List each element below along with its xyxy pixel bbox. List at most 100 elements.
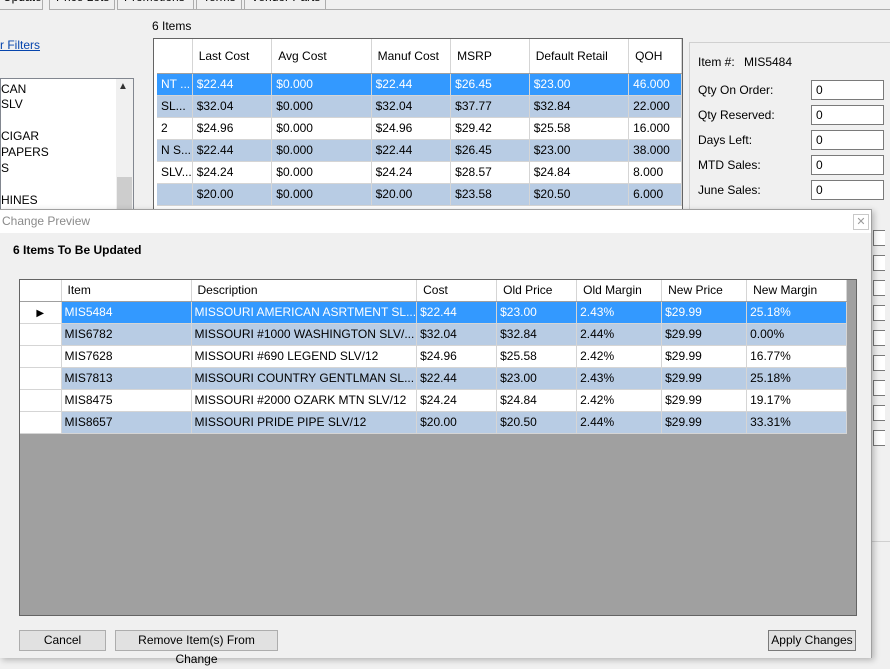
table-cell[interactable]: $0.000 <box>271 161 372 184</box>
table-cell[interactable]: $24.24 <box>192 161 273 184</box>
table-cell[interactable]: 16.000 <box>628 117 682 140</box>
table-cell[interactable]: $0.000 <box>271 183 372 206</box>
table-cell[interactable]: $28.57 <box>450 161 530 184</box>
column-header-item[interactable]: Item <box>61 280 192 302</box>
column-header-old-price[interactable]: Old Price <box>496 280 578 302</box>
row-header[interactable] <box>20 411 62 434</box>
table-cell[interactable]: 6.000 <box>628 183 682 206</box>
column-header-msrp[interactable]: MSRP <box>450 39 530 74</box>
table-cell[interactable]: 19.17% <box>746 389 848 412</box>
table-cell[interactable]: $29.99 <box>661 367 748 390</box>
table-cell[interactable]: $24.96 <box>192 117 273 140</box>
row-header[interactable] <box>20 323 62 346</box>
table-cell[interactable]: 2.44% <box>576 411 663 434</box>
table-cell[interactable]: $24.24 <box>416 389 498 412</box>
column-header-last-cost[interactable]: Last Cost <box>192 39 273 74</box>
table-cell[interactable]: $23.58 <box>450 183 530 206</box>
column-header-old-margin[interactable]: Old Margin <box>576 280 663 302</box>
table-row[interactable]: NT ... $22.44 $0.000 $22.44 $26.45 $23.00 46.0… <box>157 73 682 96</box>
column-header-default-retail[interactable]: Default Retail <box>529 39 630 74</box>
qty-reserved-field[interactable]: 0 <box>811 105 884 125</box>
days-left-field[interactable]: 0 <box>811 130 884 150</box>
table-row[interactable]: MIS8657 MISSOURI PRIDE PIPE SLV/12 $20.00 $… <box>20 411 848 434</box>
dialog-titlebar[interactable]: Change Preview ✕ <box>0 210 871 233</box>
mtd-sales-field[interactable]: 0 <box>811 155 884 175</box>
row-header[interactable] <box>20 345 62 368</box>
table-cell[interactable]: $22.44 <box>371 73 452 96</box>
table-cell[interactable]: $20.00 <box>371 183 452 206</box>
table-cell[interactable]: $24.84 <box>529 161 630 184</box>
list-item[interactable]: S <box>1 161 9 175</box>
apply-changes-button[interactable]: Apply Changes <box>768 630 856 651</box>
filters-link[interactable]: r Filters <box>0 38 40 52</box>
scroll-up-icon[interactable]: ▲ <box>118 81 128 92</box>
list-item[interactable]: PAPERS <box>1 145 49 159</box>
table-cell[interactable]: MIS7628 <box>61 345 192 368</box>
table-cell[interactable]: $20.00 <box>416 411 498 434</box>
category-list[interactable]: CAN SLV CIGAR PAPERS S HINES <box>0 78 134 213</box>
table-cell[interactable]: N S... <box>157 139 193 162</box>
table-cell[interactable]: 2.43% <box>576 367 663 390</box>
table-row[interactable]: N S... $22.44 $0.000 $22.44 $26.45 $23.00 38.0… <box>157 139 682 162</box>
table-row[interactable]: $20.00 $0.000 $20.00 $23.58 $20.50 6.000 <box>157 183 682 206</box>
row-header-corner[interactable] <box>20 280 62 302</box>
table-cell[interactable]: NT ... <box>157 73 193 96</box>
table-cell[interactable]: MISSOURI PRIDE PIPE SLV/12 <box>191 411 418 434</box>
table-cell[interactable]: MIS5484 <box>61 301 192 324</box>
table-cell[interactable]: MIS8475 <box>61 389 192 412</box>
table-cell[interactable]: SLV... <box>157 161 193 184</box>
column-header-cost[interactable]: Cost <box>416 280 498 302</box>
table-cell[interactable]: $23.00 <box>529 73 630 96</box>
table-cell[interactable]: $29.42 <box>450 117 530 140</box>
row-header[interactable] <box>20 367 62 390</box>
list-item[interactable]: HINES <box>1 193 38 207</box>
table-cell[interactable]: 16.77% <box>746 345 848 368</box>
june-sales-field[interactable]: 0 <box>811 180 884 200</box>
table-cell[interactable]: 0.00% <box>746 323 848 346</box>
table-cell[interactable]: MISSOURI COUNTRY GENTLMAN SL... <box>191 367 418 390</box>
table-cell[interactable]: $24.96 <box>416 345 498 368</box>
table-cell[interactable]: $20.50 <box>529 183 630 206</box>
row-header[interactable]: ▶ <box>20 301 62 324</box>
row-header[interactable] <box>20 389 62 412</box>
table-cell[interactable]: $24.24 <box>371 161 452 184</box>
table-cell[interactable]: 2.42% <box>576 389 663 412</box>
table-cell[interactable]: $29.99 <box>661 389 748 412</box>
table-cell[interactable]: $32.84 <box>496 323 578 346</box>
list-item[interactable]: SLV <box>1 97 23 111</box>
table-row[interactable]: SLV... $24.24 $0.000 $24.24 $28.57 $24.84 8.00… <box>157 161 682 184</box>
table-cell[interactable]: MIS8657 <box>61 411 192 434</box>
table-cell[interactable]: 33.31% <box>746 411 848 434</box>
table-cell[interactable]: $29.99 <box>661 345 748 368</box>
table-cell[interactable]: MIS6782 <box>61 323 192 346</box>
table-cell[interactable]: $26.45 <box>450 139 530 162</box>
table-cell[interactable] <box>157 183 193 206</box>
table-cell[interactable]: 2.44% <box>576 323 663 346</box>
table-cell[interactable]: 2.43% <box>576 301 663 324</box>
table-row[interactable]: 2 $24.96 $0.000 $24.96 $29.42 $25.58 16.000 <box>157 117 682 140</box>
tab-updates[interactable]: Updates <box>0 0 43 10</box>
table-cell[interactable]: $37.77 <box>450 95 530 118</box>
table-cell[interactable]: SL... <box>157 95 193 118</box>
table-cell[interactable]: $29.99 <box>661 301 748 324</box>
remove-items-button[interactable]: Remove Item(s) From Change <box>115 630 278 666</box>
table-cell[interactable]: 38.000 <box>628 139 682 162</box>
qty-on-order-field[interactable]: 0 <box>811 80 884 100</box>
table-cell[interactable]: $26.45 <box>450 73 530 96</box>
table-cell[interactable]: 46.000 <box>628 73 682 96</box>
table-cell[interactable]: $0.000 <box>271 95 372 118</box>
cancel-button[interactable]: Cancel <box>19 630 106 651</box>
table-row[interactable]: MIS7628 MISSOURI #690 LEGEND SLV/12 $24.96… <box>20 345 848 368</box>
table-cell[interactable]: 25.18% <box>746 367 848 390</box>
table-cell[interactable]: $25.58 <box>529 117 630 140</box>
list-item[interactable]: CIGAR <box>1 129 39 143</box>
table-cell[interactable]: $20.50 <box>496 411 578 434</box>
column-header-avg-cost[interactable]: Avg Cost <box>271 39 372 74</box>
table-cell[interactable]: $22.44 <box>416 367 498 390</box>
table-cell[interactable]: MISSOURI AMERICAN ASRTMENT SL... <box>191 301 418 324</box>
table-cell[interactable]: $23.00 <box>496 301 578 324</box>
list-item[interactable]: CAN <box>1 82 26 96</box>
table-cell[interactable]: $24.84 <box>496 389 578 412</box>
table-cell[interactable]: $29.99 <box>661 323 748 346</box>
column-header-manuf-cost[interactable]: Manuf Cost <box>371 39 452 74</box>
